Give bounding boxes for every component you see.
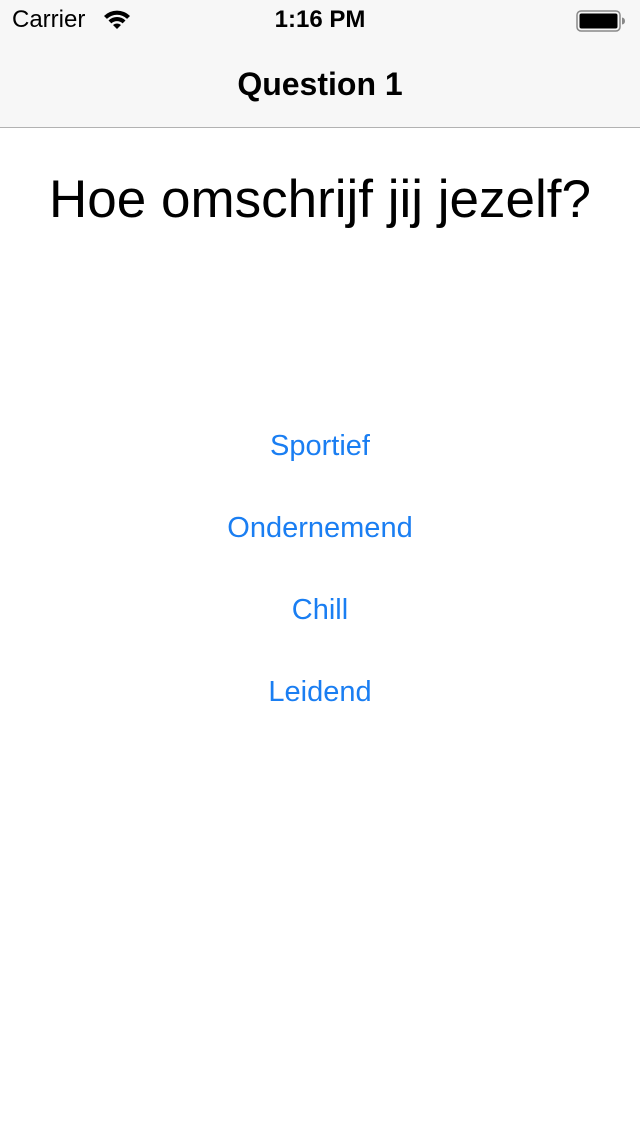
screen: Carrier 1:16 PM Question 1 Hoe omschrijf… — [0, 0, 640, 1136]
status-bar: Carrier 1:16 PM — [0, 0, 640, 40]
answer-list: Sportief Ondernemend Chill Leidend — [0, 426, 640, 754]
answer-button-sportief[interactable]: Sportief — [0, 426, 640, 508]
answer-button-ondernemend[interactable]: Ondernemend — [0, 508, 640, 590]
status-time: 1:16 PM — [274, 6, 366, 33]
navigation-bar: Carrier 1:16 PM Question 1 — [0, 0, 640, 128]
answer-button-chill[interactable]: Chill — [0, 590, 640, 672]
nav-title: Question 1 — [237, 66, 403, 102]
question-text: Hoe omschrijf jij jezelf? — [49, 170, 591, 229]
battery-icon — [576, 10, 625, 32]
answer-button-leidend[interactable]: Leidend — [0, 672, 640, 754]
